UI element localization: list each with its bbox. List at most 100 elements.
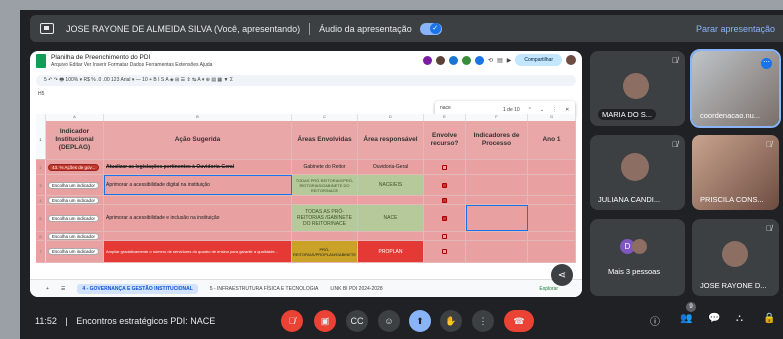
people-icon[interactable]: 👥	[680, 313, 692, 324]
tab-governanca[interactable]: 4 - GOVERNANÇA E GESTÃO INSTITUCIONAL	[77, 283, 198, 294]
tab-link-bi[interactable]: LINK BI PDI 2024-2028	[330, 286, 382, 292]
chat-icon[interactable]: 💬	[708, 313, 720, 324]
captions-button[interactable]: CC	[346, 310, 368, 332]
header-recurso[interactable]: Envolve recurso?	[424, 121, 466, 159]
recurso-checkbox[interactable]	[442, 164, 447, 170]
indicator-chip[interactable]: 43. % Ações de gov...	[48, 163, 100, 171]
areas-cell[interactable]	[292, 232, 358, 240]
resp-cell[interactable]: PROPLAN	[358, 241, 424, 262]
info-icon[interactable]: ⓘ	[650, 313, 660, 328]
column-letter[interactable]: D	[358, 114, 424, 121]
resp-cell[interactable]	[358, 232, 424, 240]
recurso-checkbox[interactable]	[442, 215, 447, 221]
mic-off-button[interactable]: 🎙̸	[281, 310, 303, 332]
recurso-checkbox[interactable]	[442, 249, 447, 254]
acao-cell[interactable]	[104, 232, 292, 240]
areas-cell[interactable]: PRÓ-REITORIAS/PROPLAN/GABINETE	[292, 241, 358, 262]
participant-tile[interactable]: 🎙̸ PRISCILA CONS...	[692, 135, 779, 210]
participant-tile[interactable]: 🎙̸ JOSE RAYONE D...	[692, 219, 779, 296]
row-number[interactable]: 2	[36, 160, 46, 174]
row-number[interactable]: 3	[36, 175, 46, 195]
resp-cell[interactable]	[358, 196, 424, 204]
row-number[interactable]: 6	[36, 232, 46, 240]
header-indicador[interactable]: Indicador Institucional (DEPLAG)	[46, 121, 104, 159]
more-options-icon[interactable]: ⋯	[761, 58, 772, 69]
row-number[interactable]: 7	[36, 241, 46, 262]
present-button[interactable]: ⬆	[409, 310, 431, 332]
participant-tile[interactable]: 🎙̸ JULIANA CANDI...	[590, 135, 685, 210]
cell-reference[interactable]: H5	[38, 91, 44, 97]
collaborator-avatar[interactable]	[449, 55, 459, 65]
participant-tile[interactable]: ⋯ coordenacao.nu...	[690, 49, 781, 128]
all-sheets-icon[interactable]: ☰	[61, 286, 65, 292]
collaborator-avatar[interactable]	[462, 55, 472, 65]
acao-cell[interactable]: Aprimorar a acessibilidade e inclusão na…	[104, 205, 292, 231]
acao-cell[interactable]: Aprimorar a acessibilidade digital na in…	[104, 175, 292, 195]
areas-cell[interactable]: TODAS PRÓ-REITORIAS/PRÓ-REITORIAS/GABINE…	[292, 175, 358, 195]
acao-cell[interactable]: Ampliar gradativamente o número de servi…	[104, 241, 292, 262]
history-icon[interactable]: ⟲	[488, 57, 493, 64]
find-next-icon[interactable]: ⌄	[540, 107, 544, 113]
column-letter[interactable]: G	[528, 114, 576, 121]
column-letter[interactable]: B	[104, 114, 292, 121]
participant-tile[interactable]: 🎙̸ MARIA DO S...	[590, 51, 685, 126]
acao-cell[interactable]: Atualizar as legislações pertinentes à O…	[104, 160, 292, 174]
areas-cell[interactable]	[292, 196, 358, 204]
row-number[interactable]: 4	[36, 196, 46, 204]
indicator-chip[interactable]: Escolha um indicador	[48, 214, 100, 222]
column-letter[interactable]: A	[46, 114, 104, 121]
column-letter[interactable]: E	[424, 114, 466, 121]
collaborator-avatar[interactable]	[436, 55, 446, 65]
comment-icon[interactable]: ▤	[497, 57, 503, 64]
share-button[interactable]: Compartilhar	[515, 54, 562, 66]
find-prev-icon[interactable]: ⌃	[528, 107, 532, 113]
meet-icon[interactable]: ▶	[507, 57, 512, 64]
recurso-checkbox[interactable]	[442, 197, 447, 203]
header-responsavel[interactable]: Área responsável	[358, 121, 424, 159]
host-controls-icon[interactable]: 🔒	[763, 313, 775, 324]
raise-hand-button[interactable]: ✋	[440, 310, 462, 332]
indicator-chip[interactable]: Escolha um indicador	[48, 196, 100, 204]
areas-cell[interactable]: TODAS AS PRÓ-REITORIAS /GABINETE DO REIT…	[292, 205, 358, 231]
sheet-menu[interactable]: Arquivo Editar Ver Inserir Formatar Dado…	[51, 62, 212, 68]
resp-cell[interactable]: Ouvidoria-Geral	[358, 160, 424, 174]
header-areas[interactable]: Áreas Envolvidas	[292, 121, 358, 159]
header-acao[interactable]: Ação Sugerida	[104, 121, 292, 159]
camera-off-button[interactable]: ▣̸	[314, 310, 336, 332]
collaborator-avatar[interactable]	[423, 55, 433, 65]
row-number[interactable]: 5	[36, 205, 46, 231]
meeting-name[interactable]: Encontros estratégicos PDI: NACE	[76, 316, 215, 326]
explore-button[interactable]: Explorar	[539, 286, 558, 292]
emoji-button[interactable]: ☺	[378, 310, 400, 332]
tab-infraestrutura[interactable]: 5 - INFRAESTRUTURA FÍSICA E TECNOLOGIA	[210, 286, 319, 292]
recurso-checkbox[interactable]	[442, 233, 447, 239]
recurso-checkbox[interactable]	[442, 182, 447, 188]
more-options-button[interactable]: ⋮	[472, 310, 494, 332]
header-ano[interactable]: Ano 1	[528, 121, 576, 159]
sheet-toolbar[interactable]: 5 ↶ ↷ 🖶 100% ▾ R$ % .0 .00 123 Arial ▾ —…	[36, 75, 576, 86]
column-letter[interactable]: F	[466, 114, 528, 121]
areas-cell[interactable]: Gabinete do Reitor	[292, 160, 358, 174]
resp-cell[interactable]: NACE	[358, 205, 424, 231]
audio-toggle[interactable]	[419, 22, 442, 35]
find-close-icon[interactable]: ✕	[565, 107, 569, 113]
selected-cell[interactable]	[466, 205, 528, 231]
indicator-chip[interactable]: Escolha um indicador	[48, 181, 100, 189]
sheet-title[interactable]: Planilha de Preenchimento do PDI	[51, 54, 212, 62]
indicator-chip[interactable]: Escolha um indicador	[48, 232, 100, 240]
indicator-chip[interactable]: Escolha um indicador	[48, 248, 100, 255]
find-options-icon[interactable]: ⋮	[552, 107, 557, 113]
header-processo[interactable]: Indicadores de Processo	[466, 121, 528, 159]
end-call-button[interactable]: ☎	[504, 310, 534, 332]
find-input[interactable]: nace	[440, 105, 495, 115]
acao-cell[interactable]	[104, 196, 292, 204]
account-avatar[interactable]	[566, 55, 576, 65]
share-icon[interactable]: ⋖	[551, 264, 573, 286]
collaborator-avatar[interactable]	[475, 55, 485, 65]
add-sheet-icon[interactable]: +	[46, 286, 49, 292]
activities-icon[interactable]: ⛬	[736, 313, 743, 324]
participant-tile[interactable]: D Mais 3 pessoas	[590, 219, 685, 296]
column-letter[interactable]: C	[292, 114, 358, 121]
formula-bar[interactable]: H5	[30, 88, 582, 99]
resp-cell[interactable]: NACE/EIS	[358, 175, 424, 195]
